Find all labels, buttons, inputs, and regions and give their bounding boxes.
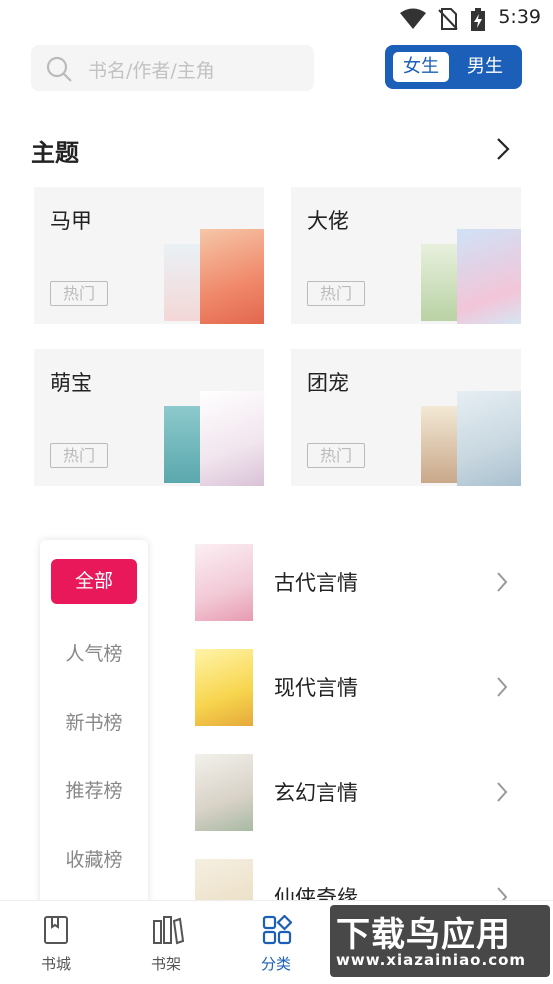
book-cover [421, 406, 461, 483]
category-row-modern[interactable]: 现代言情 [195, 649, 525, 729]
book-cover [200, 391, 264, 486]
theme-card-tuanchong[interactable]: 团宠 热门 [291, 349, 521, 486]
book-cover [421, 244, 461, 321]
chevron-right-icon [497, 782, 508, 802]
chevron-right-icon [497, 572, 508, 592]
book-cover [457, 229, 521, 324]
book-cover [164, 406, 204, 483]
book-cover [200, 229, 264, 324]
ranking-item-favorite[interactable]: 收藏榜 [40, 845, 148, 872]
no-sim-icon [438, 8, 458, 30]
category-label: 古代言情 [274, 571, 358, 595]
category-label: 现代言情 [274, 676, 358, 700]
search-input[interactable]: 书名/作者/主角 [31, 45, 314, 91]
status-bar: 5:39 [0, 0, 553, 36]
category-row-ancient[interactable]: 古代言情 [195, 544, 525, 624]
tab-label: 分类 [260, 955, 291, 973]
book-icon [44, 916, 68, 944]
ranking-item-popular[interactable]: 人气榜 [40, 639, 148, 666]
ranking-menu: 全部 人气榜 新书榜 推荐榜 收藏榜 [40, 540, 148, 960]
search-icon [46, 56, 72, 82]
tab-bookshelf[interactable]: 书架 [126, 901, 206, 984]
category-cover [195, 649, 253, 726]
ranking-item-all[interactable]: 全部 [51, 559, 137, 604]
theme-card-majia[interactable]: 马甲 热门 [34, 187, 264, 324]
book-cover [457, 391, 521, 486]
tab-category[interactable]: 分类 [236, 901, 316, 984]
hot-tag: 热门 [50, 443, 108, 468]
battery-charging-icon [471, 8, 485, 31]
tab-label: 书城 [40, 955, 71, 973]
gender-male-button[interactable]: 男生 [457, 52, 513, 82]
theme-card-dalao[interactable]: 大佬 热门 [291, 187, 521, 324]
category-grid-icon [262, 915, 292, 945]
theme-card-name: 大佬 [307, 209, 349, 233]
theme-card-name: 马甲 [50, 209, 92, 233]
gender-female-button[interactable]: 女生 [393, 52, 449, 82]
category-cover [195, 544, 253, 621]
section-title: 主题 [31, 139, 79, 167]
chevron-right-icon [497, 677, 508, 697]
theme-card-mengbao[interactable]: 萌宝 热门 [34, 349, 264, 486]
book-cover [164, 244, 204, 321]
theme-card-name: 萌宝 [50, 371, 92, 395]
search-placeholder: 书名/作者/主角 [88, 60, 215, 82]
watermark-url: www.xiazainiao.com [336, 951, 527, 969]
chevron-right-icon[interactable] [494, 136, 512, 162]
hot-tag: 热门 [307, 443, 365, 468]
ranking-item-recommend[interactable]: 推荐榜 [40, 776, 148, 803]
clock: 5:39 [498, 6, 541, 28]
watermark-logo: 下载鸟应用 www.xiazainiao.com [330, 905, 550, 977]
ranking-item-new[interactable]: 新书榜 [40, 708, 148, 735]
watermark-title: 下载鸟应用 [336, 915, 511, 955]
bookshelf-icon [153, 916, 184, 945]
theme-card-name: 团宠 [307, 371, 349, 395]
category-row-fantasy[interactable]: 玄幻言情 [195, 754, 525, 834]
hot-tag: 热门 [50, 281, 108, 306]
wifi-icon [400, 8, 426, 29]
category-cover [195, 754, 253, 831]
tab-bookstore[interactable]: 书城 [16, 901, 96, 984]
gender-toggle: 女生 男生 [385, 45, 522, 89]
category-label: 玄幻言情 [274, 781, 358, 805]
hot-tag: 热门 [307, 281, 365, 306]
tab-label: 书架 [150, 955, 181, 973]
